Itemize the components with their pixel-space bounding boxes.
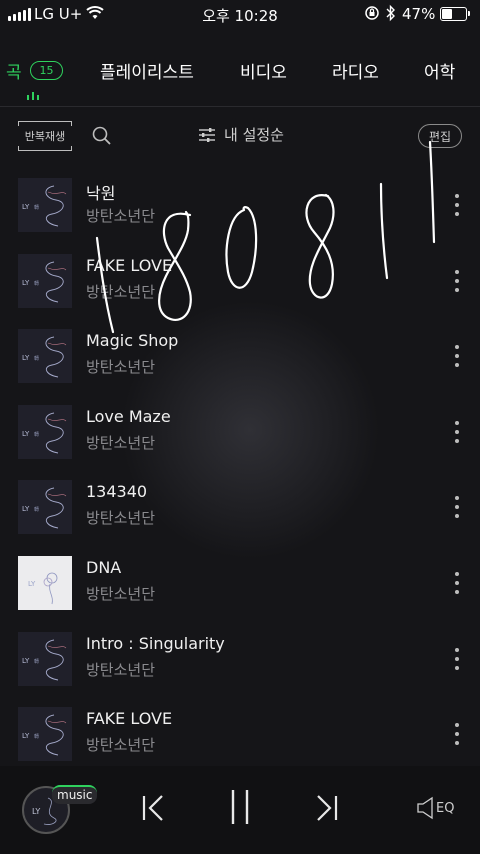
song-artist: 방탄소년단	[86, 433, 156, 452]
more-vertical-icon[interactable]	[450, 572, 464, 594]
svg-text:LY: LY	[22, 279, 30, 287]
rotation-lock-icon	[365, 6, 379, 20]
more-vertical-icon[interactable]	[450, 496, 464, 519]
sort-settings-button[interactable]: 내 설정순	[198, 124, 284, 145]
more-vertical-icon[interactable]	[450, 345, 464, 368]
song-row[interactable]: LY 轉 FAKE LOVE 방탄소년단	[0, 243, 480, 319]
battery-percent: 47%	[402, 5, 436, 23]
song-title: 134340	[86, 482, 148, 502]
svg-text:轉: 轉	[34, 204, 39, 211]
tab-songs-label: 곡	[6, 63, 22, 83]
svg-text:轉: 轉	[34, 355, 39, 362]
album-art-thumbnail: LY 轉	[18, 480, 72, 535]
repeat-button[interactable]: 반복재생	[18, 121, 72, 151]
svg-text:轉: 轉	[34, 431, 39, 438]
more-vertical-icon[interactable]	[450, 269, 464, 292]
bluetooth-icon	[386, 4, 395, 22]
song-artist: 방탄소년단	[86, 660, 156, 679]
song-artist: 방탄소년단	[86, 207, 156, 225]
battery-icon	[440, 7, 470, 21]
svg-text:轉: 轉	[34, 658, 39, 665]
svg-text:轉: 轉	[34, 733, 39, 740]
svg-text:LY: LY	[22, 203, 30, 211]
album-art-thumbnail: LY 轉	[18, 253, 72, 308]
svg-text:LY: LY	[22, 354, 30, 362]
search-icon[interactable]	[92, 126, 112, 146]
svg-text:LY: LY	[22, 505, 30, 513]
tab-bar: 곡 15 플레이리스트 비디오 라디오 어학	[0, 58, 480, 88]
tab-language[interactable]: 어학	[424, 58, 455, 83]
previous-icon[interactable]	[140, 794, 166, 822]
player-bar: LY music EQ	[0, 766, 480, 854]
song-row[interactable]: LY 轉 낙원방탄소년단	[0, 167, 480, 243]
tab-playlists[interactable]: 플레이리스트	[100, 58, 194, 83]
svg-text:轉: 轉	[34, 506, 39, 513]
album-art-thumbnail: LY 轉	[18, 631, 72, 686]
tab-songs[interactable]: 곡 15	[6, 58, 63, 83]
tab-videos[interactable]: 비디오	[240, 58, 287, 83]
edit-button[interactable]: 편집	[418, 124, 462, 148]
song-title: DNA	[86, 558, 122, 577]
svg-text:LY: LY	[22, 732, 30, 740]
svg-text:LY: LY	[32, 807, 40, 816]
album-art-thumbnail: LY 轉	[18, 329, 72, 384]
song-title: Love Maze	[86, 406, 171, 426]
song-row[interactable]: LY 轉 Magic Shop 방탄소년단	[0, 318, 480, 394]
now-playing-eq-icon	[27, 92, 39, 100]
song-row[interactable]: LY 轉 134340 방탄소년단	[0, 469, 480, 545]
svg-text:LY: LY	[22, 430, 30, 438]
svg-text:LY: LY	[22, 657, 30, 665]
song-artist: 방탄소년단	[86, 736, 156, 755]
speaker-icon	[417, 796, 433, 820]
sliders-icon	[199, 127, 215, 142]
eq-label: EQ	[436, 800, 455, 816]
song-artist: 방탄소년단	[86, 585, 156, 603]
sort-settings-label: 내 설정순	[224, 126, 284, 144]
song-title: FAKE LOVE	[86, 709, 173, 729]
song-title: FAKE LOVE	[86, 255, 173, 275]
status-bar: LG U+ 오후 10:28 47%	[0, 0, 480, 28]
more-vertical-icon[interactable]	[450, 723, 464, 746]
song-artist: 방탄소년단	[86, 358, 156, 377]
album-art-thumbnail: LY	[18, 556, 72, 610]
song-artist: 방탄소년단	[86, 282, 156, 301]
album-art-thumbnail: LY 轉	[18, 404, 72, 459]
song-count-badge: 15	[30, 61, 63, 80]
more-vertical-icon[interactable]	[450, 194, 464, 216]
pause-icon[interactable]	[229, 788, 251, 826]
tab-radio[interactable]: 라디오	[332, 58, 379, 83]
song-row[interactable]: LY DNA 방탄소년단	[0, 545, 480, 621]
more-vertical-icon[interactable]	[450, 647, 464, 670]
song-row[interactable]: LY 轉 Intro : Singularity 방탄소년단	[0, 621, 480, 697]
song-title: Magic Shop	[86, 331, 179, 351]
song-title: Intro : Singularity	[86, 633, 225, 653]
song-title: 낙원	[86, 184, 116, 203]
music-badge: music	[52, 785, 98, 804]
tab-divider	[0, 106, 480, 107]
repeat-label: 반복재생	[24, 130, 66, 143]
album-art-thumbnail: LY 轉	[18, 178, 72, 232]
svg-text:轉: 轉	[34, 280, 39, 287]
svg-text:LY: LY	[28, 580, 36, 588]
song-row[interactable]: LY 轉 FAKE LOVE 방탄소년단	[0, 696, 480, 772]
more-vertical-icon[interactable]	[450, 420, 464, 443]
eq-button[interactable]: EQ	[416, 796, 454, 820]
song-artist: 방탄소년단	[86, 509, 156, 528]
next-icon[interactable]	[314, 794, 340, 822]
album-art-thumbnail: LY 轉	[18, 707, 72, 762]
song-row[interactable]: LY 轉 Love Maze 방탄소년단	[0, 394, 480, 470]
